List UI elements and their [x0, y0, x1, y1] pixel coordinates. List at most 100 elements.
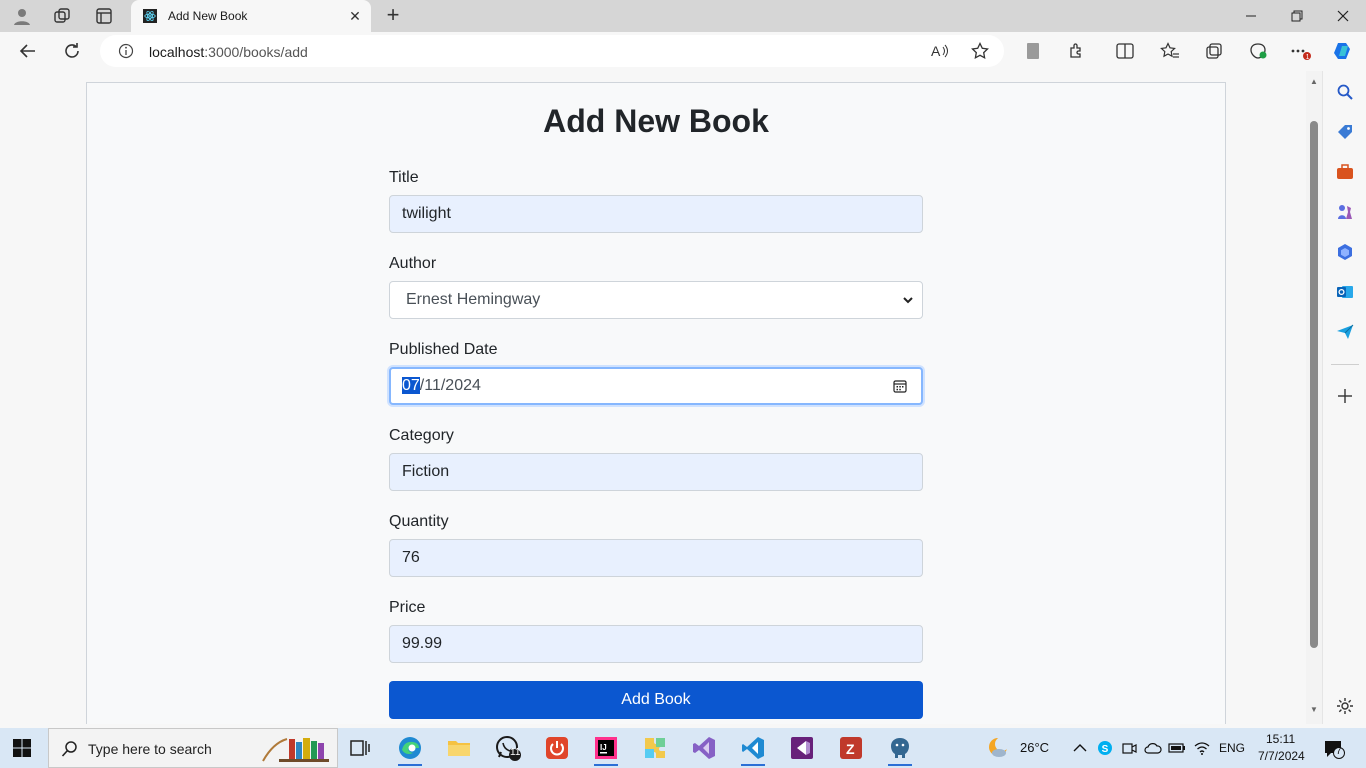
category-label: Category — [389, 427, 454, 444]
address-bar[interactable]: localhost:3000/books/add A — [100, 35, 1004, 67]
show-hidden-icons-chevron-icon[interactable] — [1073, 742, 1087, 754]
search-icon[interactable] — [1334, 81, 1356, 103]
browser-essentials-icon[interactable] — [1245, 39, 1271, 63]
svg-text:A: A — [931, 43, 941, 59]
weather-moon-cloud-icon[interactable] — [986, 736, 1010, 760]
scrollbar-thumb[interactable] — [1310, 121, 1318, 648]
active-app-indicator — [398, 764, 422, 766]
taskbar-search-placeholder: Type here to search — [88, 741, 212, 757]
wifi-icon[interactable] — [1193, 740, 1211, 756]
meet-now-icon[interactable] — [1121, 740, 1137, 756]
svg-text:S: S — [1102, 744, 1109, 755]
taskbar-search-box[interactable]: Type here to search — [48, 728, 338, 768]
split-screen-icon[interactable] — [1112, 39, 1138, 63]
category-input[interactable]: Fiction — [389, 453, 923, 491]
send-plane-icon[interactable] — [1334, 321, 1356, 343]
date-rest-segments[interactable]: /11/2024 — [420, 377, 481, 394]
active-app-indicator — [741, 764, 765, 766]
add-sidebar-app-icon[interactable] — [1334, 385, 1356, 407]
date-month-segment[interactable]: 07 — [402, 377, 420, 394]
edge-sidebar — [1322, 71, 1366, 724]
quantity-input[interactable]: 76 — [389, 539, 923, 577]
back-arrow-icon[interactable] — [15, 39, 41, 63]
favorite-star-icon[interactable] — [971, 42, 989, 60]
title-label: Title — [389, 169, 419, 186]
tools-briefcase-icon[interactable] — [1334, 161, 1356, 183]
microsoft-365-icon[interactable] — [1334, 241, 1356, 263]
file-explorer-icon[interactable] — [445, 734, 473, 762]
skype-icon[interactable]: S — [1097, 740, 1113, 756]
notification-count-badge: 7 — [1336, 746, 1342, 757]
page-title: Add New Book — [543, 103, 769, 139]
chevron-down-icon — [903, 297, 913, 304]
vertical-tabs-icon[interactable] — [90, 4, 118, 28]
power-app-icon[interactable] — [543, 734, 571, 762]
author-field: Author Ernest Hemingway — [389, 255, 923, 319]
title-field: Title twilight — [389, 169, 923, 233]
active-tab[interactable]: Add New Book ✕ — [131, 0, 371, 32]
react-logo-icon — [143, 9, 157, 23]
scroll-down-arrow-icon[interactable]: ▼ — [1309, 705, 1319, 714]
windows-start-icon[interactable] — [12, 738, 32, 758]
quantity-label: Quantity — [389, 513, 449, 530]
weather-temperature[interactable]: 26°C — [1020, 740, 1049, 755]
whatsapp-unread-badge: 11 — [510, 747, 521, 758]
site-info-icon[interactable] — [118, 43, 134, 59]
clock-date[interactable]: 7/7/2024 — [1258, 749, 1305, 763]
taskbar-search-icon — [61, 741, 77, 757]
author-label: Author — [389, 255, 437, 272]
collections-add-icon[interactable] — [1201, 39, 1227, 63]
close-window-button[interactable] — [1320, 0, 1366, 32]
url-text[interactable]: localhost:3000/books/add — [149, 44, 308, 60]
sidebar-settings-gear-icon[interactable] — [1334, 695, 1356, 717]
visual-studio-purple-icon[interactable] — [788, 734, 816, 762]
task-view-icon[interactable] — [346, 734, 374, 762]
vscode-icon[interactable] — [739, 734, 767, 766]
author-selected-value: Ernest Hemingway — [406, 291, 541, 308]
add-book-button[interactable]: Add Book — [389, 681, 923, 719]
published-date-field: Published Date 07/11/2024 — [389, 341, 923, 405]
whatsapp-icon[interactable]: 11 — [494, 734, 522, 762]
restore-button[interactable] — [1274, 0, 1320, 32]
active-app-indicator — [594, 764, 618, 766]
onedrive-cloud-icon[interactable] — [1144, 740, 1162, 756]
svg-text:1: 1 — [1306, 54, 1310, 60]
clock-time[interactable]: 15:11 — [1266, 732, 1295, 746]
category-field: Category Fiction — [389, 427, 923, 491]
browser-toolbar: localhost:3000/books/add A 1 — [0, 32, 1366, 70]
new-tab-button[interactable]: + — [380, 4, 406, 28]
edge-browser-icon[interactable] — [396, 734, 424, 766]
games-chess-icon[interactable] — [1334, 201, 1356, 223]
price-input[interactable]: 99.99 — [389, 625, 923, 663]
price-field: Price 99.99 — [389, 599, 923, 663]
page-viewport: Add New Book Title twilight Author Ernes… — [4, 71, 1322, 724]
add-book-form-card: Add New Book Title twilight Author Ernes… — [86, 82, 1226, 724]
copilot-icon[interactable] — [1330, 39, 1356, 63]
favorites-icon[interactable] — [1157, 39, 1183, 63]
postgresql-elephant-icon[interactable] — [886, 734, 914, 766]
outlook-icon[interactable] — [1334, 281, 1356, 303]
profile-icon[interactable] — [8, 4, 36, 28]
workspaces-icon[interactable] — [48, 4, 76, 28]
scroll-up-arrow-icon[interactable]: ▲ — [1309, 77, 1319, 86]
zotero-app-icon[interactable]: Z — [837, 734, 865, 762]
read-aloud-icon[interactable]: A — [931, 43, 949, 59]
page-scrollbar[interactable]: ▲ ▼ — [1306, 71, 1322, 724]
windows-taskbar: Type here to search 11 IJ Z 26°C S ENG 1… — [0, 728, 1366, 768]
shopping-tag-icon[interactable] — [1334, 121, 1356, 143]
extensions-icon[interactable] — [1064, 39, 1090, 63]
close-tab-icon[interactable]: ✕ — [347, 8, 363, 24]
minimize-button[interactable] — [1228, 0, 1274, 32]
published-date-input[interactable]: 07/11/2024 — [389, 367, 923, 405]
intellij-idea-icon[interactable]: IJ — [592, 734, 620, 766]
author-select[interactable]: Ernest Hemingway — [389, 281, 923, 319]
settings-more-icon[interactable]: 1 — [1288, 39, 1314, 63]
calendar-icon[interactable] — [893, 379, 907, 393]
refresh-icon[interactable] — [59, 39, 85, 63]
collections-icon[interactable] — [1020, 39, 1046, 63]
title-input[interactable]: twilight — [389, 195, 923, 233]
puzzle-app-icon[interactable] — [641, 734, 669, 762]
language-indicator[interactable]: ENG — [1219, 741, 1245, 755]
visual-studio-icon[interactable] — [690, 734, 718, 762]
battery-icon[interactable] — [1168, 740, 1186, 756]
